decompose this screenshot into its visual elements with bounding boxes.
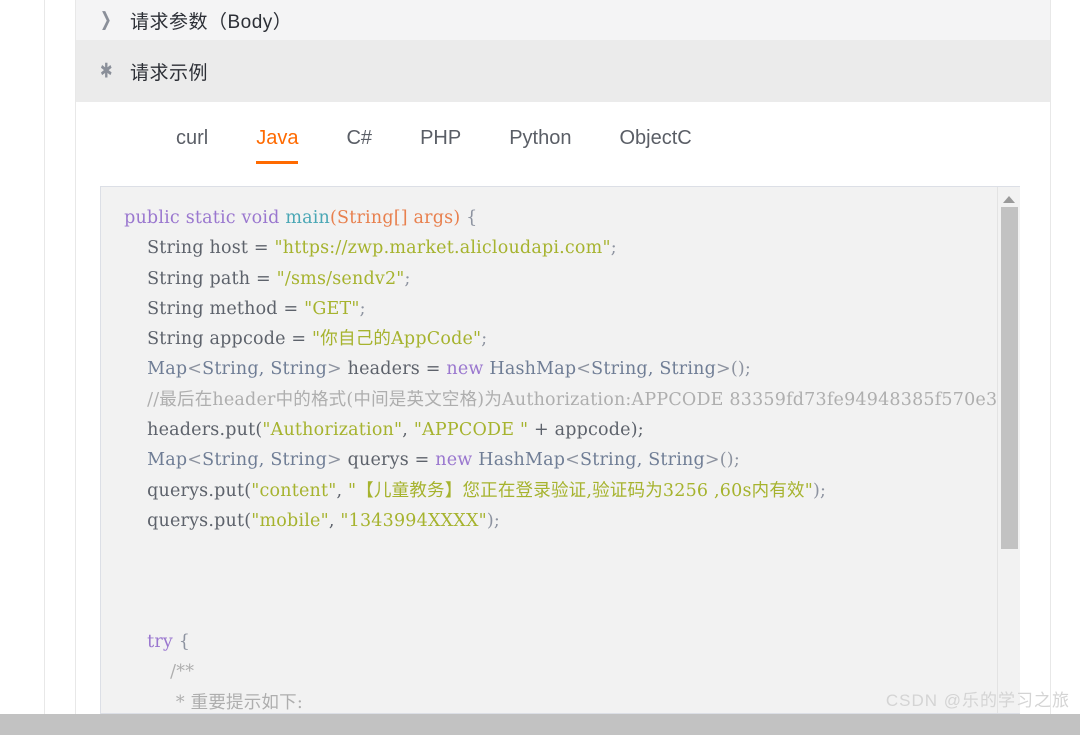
tab-objectc[interactable]: ObjectC	[619, 102, 691, 164]
code-token: "1343994XXXX"	[340, 510, 487, 531]
code-sample-text: public static void main(String[] args) {…	[101, 203, 998, 713]
code-token: <	[187, 450, 203, 471]
code-token: String, String	[591, 359, 716, 380]
code-token: Map	[101, 450, 188, 471]
code-token: "https://zwp.market.alicloudapi.com"	[274, 238, 611, 259]
code-token: HashMap	[472, 450, 566, 471]
code-token: <	[565, 450, 581, 471]
scrollbar-horizontal[interactable]	[0, 714, 1080, 735]
code-token: "/sms/sendv2"	[276, 268, 405, 289]
code-token: >	[326, 359, 342, 380]
code-token: >	[716, 359, 731, 380]
code-token: /**	[101, 662, 195, 683]
tab-label: PHP	[420, 127, 462, 149]
code-token: Map	[101, 359, 188, 380]
code-token: ();	[730, 359, 752, 380]
code-token: * 重要提示如下:	[101, 692, 303, 713]
code-token: <	[187, 359, 203, 380]
code-token: {	[460, 208, 478, 228]
code-token: {	[173, 632, 191, 653]
code-token: ,	[328, 510, 341, 531]
section-header-body-params[interactable]: ❯ 请求参数（Body）	[76, 0, 1050, 41]
code-token: public static void	[124, 208, 286, 228]
code-token: >	[326, 450, 342, 471]
tab-csharp[interactable]: C#	[346, 102, 372, 164]
code-token: HashMap	[483, 359, 577, 380]
tab-label: Java	[256, 127, 299, 149]
code-token: ;	[481, 329, 488, 350]
code-token: querys =	[341, 450, 436, 471]
code-token: ;	[359, 298, 366, 319]
section-title-request-example: 请求示例	[130, 63, 209, 84]
tab-label: C#	[346, 127, 373, 149]
section-header-request-example[interactable]: ✱ 请求示例	[76, 41, 1050, 102]
code-token: >	[704, 450, 720, 471]
code-token: + appcode);	[528, 420, 644, 441]
tab-php[interactable]: PHP	[420, 102, 461, 164]
code-token: String path =	[101, 268, 277, 289]
page-column-rule-right	[1050, 0, 1051, 735]
code-scroll-viewport[interactable]: public static void main(String[] args) {…	[101, 187, 998, 713]
code-token: ,	[336, 480, 348, 501]
code-token: "Authorization"	[262, 420, 403, 441]
code-token: String host =	[101, 238, 275, 259]
code-token: new	[435, 450, 473, 471]
code-token: String, String	[202, 450, 327, 471]
code-token: "content"	[251, 480, 337, 501]
code-token: "mobile"	[251, 510, 329, 531]
code-token: headers.put(	[101, 420, 263, 441]
code-token: String, String	[202, 359, 327, 380]
code-token: //最后在header中的格式(中间是英文空格)为Authorization:A…	[101, 389, 998, 410]
page-column-rule-left	[44, 0, 45, 735]
code-sample-box: public static void main(String[] args) {…	[100, 186, 1020, 714]
code-token: String, String	[580, 450, 705, 471]
code-token: ;	[610, 238, 617, 259]
scroll-up-arrow-button[interactable]	[998, 191, 1020, 207]
tab-label: ObjectC	[619, 127, 692, 149]
chevron-right-icon: ❯	[100, 9, 113, 31]
chevron-down-icon: ✱	[100, 58, 114, 83]
code-token: main	[285, 208, 331, 228]
code-token: querys.put(	[101, 510, 252, 531]
code-token: String appcode =	[101, 329, 313, 350]
code-token: ();	[719, 450, 740, 471]
tab-label: Python	[509, 127, 572, 149]
code-token: querys.put(	[101, 480, 252, 501]
code-token: "APPCODE "	[413, 420, 529, 441]
code-token: "【儿童教务】您正在登录验证,验证码为3256 ,60s内有效"	[348, 480, 813, 501]
triangle-up-icon	[1003, 195, 1015, 203]
code-token: new	[446, 359, 484, 380]
tab-curl[interactable]: curl	[176, 102, 208, 164]
code-token: );	[486, 510, 500, 531]
code-token: ,	[402, 420, 414, 441]
code-token: String method =	[101, 298, 305, 319]
code-token: <	[576, 359, 592, 380]
code-token: headers =	[341, 359, 447, 380]
code-token: );	[812, 480, 827, 501]
code-language-tabs: curl Java C# PHP Python ObjectC	[76, 102, 1050, 178]
section-title-body-params: 请求参数（Body）	[130, 11, 293, 33]
code-token: "GET"	[304, 298, 360, 319]
code-token: ;	[404, 268, 411, 289]
code-token: (String[] args)	[330, 208, 461, 228]
tab-label: curl	[176, 127, 209, 149]
code-token: try	[147, 632, 173, 653]
scrollbar-thumb-vertical[interactable]	[1001, 207, 1018, 549]
tab-python[interactable]: Python	[509, 102, 571, 164]
code-token: "你自己的AppCode"	[312, 329, 482, 350]
tab-java[interactable]: Java	[256, 102, 299, 164]
code-vertical-scrollbar[interactable]	[997, 187, 1020, 713]
